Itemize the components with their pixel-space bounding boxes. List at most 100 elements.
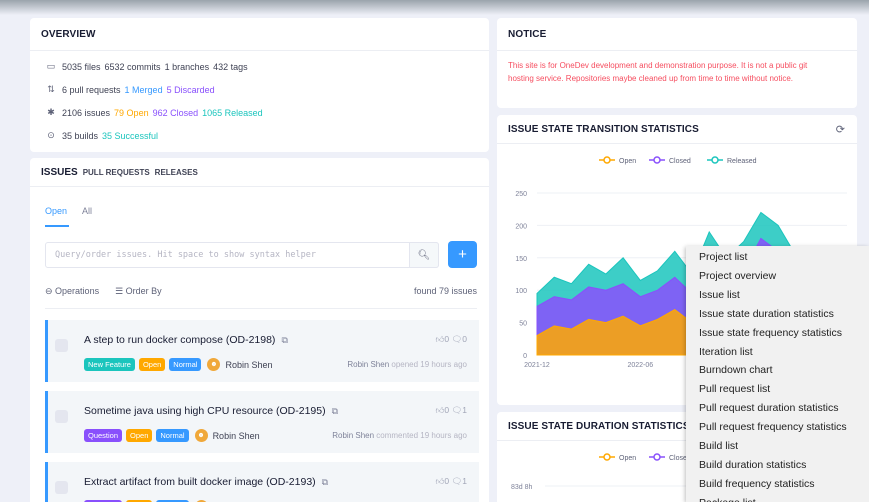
tab-issues[interactable]: ISSUES [41,167,78,178]
issue-author[interactable]: Robin Shen [213,431,260,441]
activity-user[interactable]: Robin Shen [347,360,391,369]
legend-marker [603,156,611,164]
menu-item[interactable]: Pull request frequency statistics [699,421,847,433]
pull-request-icon: ⇅ [47,84,55,94]
subtab-open[interactable]: Open [45,206,67,216]
menu-item[interactable]: Pull request duration statistics [699,402,838,414]
issues-open-link[interactable]: 79 Open [114,108,149,118]
files-link[interactable]: 5035 files [62,62,101,72]
legend-marker [603,453,611,461]
add-issue-button[interactable]: + [448,241,477,268]
menu-item[interactable]: Issue state duration statistics [699,308,834,320]
builds-successful-link[interactable]: 35 Successful [102,131,158,141]
menu-item[interactable]: Build duration statistics [699,459,806,471]
comment-icon: 🗨︎ [451,476,463,486]
operations-menu[interactable]: ⊖ Operations [45,286,99,297]
commits-link[interactable]: 6532 commits [105,62,161,72]
tags-link[interactable]: 432 tags [213,62,248,72]
issue-accent-bar [45,320,48,382]
folder-icon: ▭ [46,61,56,71]
tab-releases[interactable]: RELEASES [155,168,198,177]
issue-meta: New Feature Open Normal ☻ Robin Shen [84,358,273,371]
comment-icon: 🗨︎ [451,334,463,344]
pr-discarded-link[interactable]: 5 Discarded [167,85,215,95]
menu-item[interactable]: Project list [699,251,747,263]
duration-chart-title: ISSUE STATE DURATION STATISTICS [508,421,690,432]
menu-item[interactable]: Build frequency statistics [699,478,815,490]
comment-icon: 🗨︎ [451,405,463,415]
issue-meta: QuestionOpenNormal ☻ Robin Shen [84,429,260,442]
copy-icon[interactable]: ⧉ [322,477,328,487]
refresh-icon[interactable]: ⟳ [836,123,845,136]
comment-count: 0 [462,334,467,344]
issue-title[interactable]: Sometime java using high CPU resource (O… [84,405,338,417]
issue-badge[interactable]: New Feature [84,358,135,371]
issue-badge[interactable]: Normal [169,358,202,371]
menu-item[interactable]: Build list [699,440,738,452]
x-tick-label: 2022-06 [627,362,653,369]
comment-count: 1 [462,476,467,486]
avatar: ☻ [207,358,221,371]
search-button[interactable]: 🔍︎ [409,242,439,268]
issues-closed-link[interactable]: 962 Closed [153,108,199,118]
y-tick-label: 83d 8h [511,484,533,491]
issue-row[interactable]: Extract artifact from built docker image… [45,462,479,502]
issue-badge[interactable]: Normal [156,429,189,442]
activity-user[interactable]: Robin Shen [332,431,376,440]
tab-pull-requests[interactable]: PULL REQUESTS [83,168,150,177]
issues-card: ISSUES PULL REQUESTS RELEASES Open All Q… [30,158,489,502]
divider [30,50,489,51]
issue-checkbox[interactable] [55,339,68,352]
operations-label: Operations [55,286,100,296]
issue-row[interactable]: Sometime java using high CPU resource (O… [45,391,479,453]
issue-activity: Robin Shen commented 19 hours ago [332,431,467,440]
copy-icon[interactable]: ⧉ [332,406,338,416]
menu-item[interactable]: Issue list [699,289,740,301]
menu-item[interactable]: Issue state frequency statistics [699,327,842,339]
legend-marker [711,156,719,164]
issue-query-input[interactable]: Query/order issues. Hit space to show sy… [45,242,439,268]
issue-toolbar: ⊖ Operations ☰ Order By [45,286,162,297]
menu-item[interactable]: Package list [699,497,756,502]
issue-title[interactable]: Extract artifact from built docker image… [84,476,328,488]
legend-marker [653,453,661,461]
copy-icon[interactable]: ⧉ [281,335,287,345]
issues-released-link[interactable]: 1065 Released [202,108,263,118]
menu-item[interactable]: Project overview [699,270,776,282]
issue-title[interactable]: A step to run docker compose (OD-2198) ⧉ [84,334,288,346]
menu-item[interactable]: Pull request list [699,383,770,395]
sort-icon: ☰ [115,286,126,296]
order-by-menu[interactable]: ☰ Order By [115,286,162,297]
issue-accent-bar [45,462,48,502]
issue-badge[interactable]: Open [138,358,166,371]
legend-label: Released [727,158,757,165]
pr-merged-link[interactable]: 1 Merged [125,85,163,95]
search-icon: 🔍︎ [417,249,431,261]
issue-checkbox[interactable] [55,481,68,494]
issue-stats: 👍︎0 🗨︎1 [435,476,467,487]
menu-item[interactable]: Burndown chart [699,364,773,376]
activity-text: opened 19 hours ago [391,360,467,369]
comment-count: 1 [462,405,467,415]
issue-checkbox[interactable] [55,410,68,423]
subtab-all[interactable]: All [82,206,92,216]
builds-link[interactable]: 35 builds [62,131,98,141]
found-count: found 79 issues [413,286,477,296]
issue-badge[interactable]: Open [126,429,153,442]
pull-requests-link[interactable]: 6 pull requests [62,85,121,95]
menu-item[interactable]: Iteration list [699,346,753,358]
transition-chart-title: ISSUE STATE TRANSITION STATISTICS [508,124,699,135]
issues-link[interactable]: 2106 issues [62,108,110,118]
y-tick-label: 150 [515,256,527,263]
issue-author[interactable]: Robin Shen [225,360,272,370]
y-tick-label: 250 [515,191,527,198]
legend-marker [653,156,661,164]
divider [30,186,489,187]
x-tick-label: 2021-12 [524,362,550,369]
issue-accent-bar [45,391,48,453]
legend-label: Open [619,455,636,462]
branches-link[interactable]: 1 branches [165,62,210,72]
issue-badge[interactable]: Question [84,429,123,442]
issue-row[interactable]: A step to run docker compose (OD-2198) ⧉ 👍… [45,320,479,382]
y-tick-label: 200 [515,223,527,230]
